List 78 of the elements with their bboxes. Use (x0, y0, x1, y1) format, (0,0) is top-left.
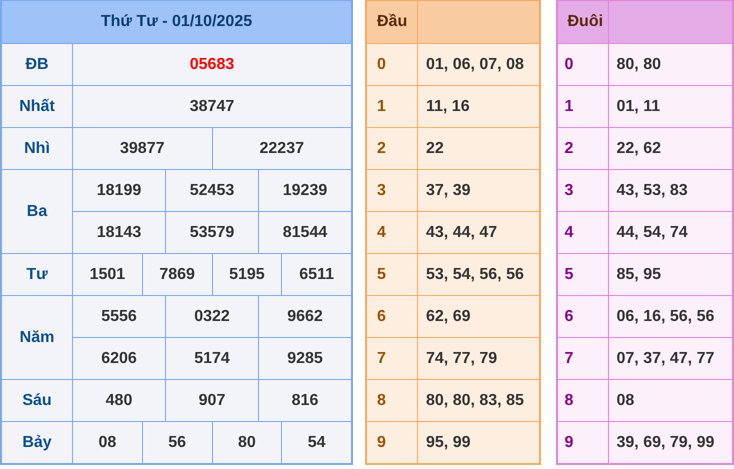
prize-label: Bảy (2, 422, 73, 463)
digit-cell: 2 (558, 128, 608, 169)
prize-number: 38747 (188, 96, 236, 116)
digit-cell: 6 (367, 296, 418, 337)
digit-cell: 8 (367, 380, 418, 421)
table-cell-text: 37, 39 (425, 180, 472, 200)
prize-number: 39877 (73, 128, 212, 169)
results-title: Thứ Tư - 01/10/2025 (2, 1, 351, 44)
prize-number: 81544 (282, 222, 328, 242)
prize-label: Nhì (2, 128, 73, 169)
digit-cell: 8 (558, 380, 608, 421)
prize-number: 9285 (286, 348, 324, 368)
prize-label: Tư (2, 254, 73, 295)
table-cell-text: 80, 80, 83, 85 (425, 390, 525, 410)
prize-label: Ba (2, 170, 73, 253)
table-cell-text: 95, 99 (425, 432, 472, 452)
prize-number: 6206 (73, 338, 166, 379)
prize-number: 816 (290, 390, 320, 410)
digit-cell: 5 (558, 254, 608, 295)
prize-number: 9662 (286, 306, 324, 326)
prize-number: 19239 (282, 180, 328, 200)
digit-cell: 1 (367, 86, 418, 127)
digit-cell: 5 (367, 254, 418, 295)
prize-number: 1501 (73, 254, 143, 295)
prize-number: 18199 (73, 170, 166, 211)
prize-number: 08 (73, 422, 143, 463)
prize-number: 6511 (298, 264, 335, 284)
table-cell-text: 22, 62 (616, 138, 662, 158)
table-cell-text: 74, 77, 79 (425, 348, 498, 368)
table-cell-text: 01, 06, 07, 08 (425, 54, 525, 74)
prize-number: 56 (142, 422, 212, 463)
table-cell-text: 85, 95 (616, 264, 662, 284)
digit-cell: 2 (367, 128, 418, 169)
digit-cell: 9 (367, 422, 418, 463)
prize-number: 54 (306, 432, 327, 452)
prize-label: Năm (2, 296, 73, 379)
column-header: Đầu (367, 1, 418, 43)
table-cell-text: 62, 69 (425, 306, 472, 326)
prize-number: 53579 (166, 212, 259, 253)
table-cell-text: 80, 80 (616, 54, 662, 74)
table-cell-text: 44, 54, 74 (616, 222, 689, 242)
prize-number: 907 (166, 380, 259, 421)
table-cell-text: 11, 16 (425, 96, 471, 116)
digit-cell: 4 (367, 212, 418, 253)
digit-cell: 6 (558, 296, 608, 337)
digit-cell: 4 (558, 212, 608, 253)
column-header: Đuôi (558, 1, 608, 43)
prize-number: 7869 (142, 254, 212, 295)
prize-label: Nhất (2, 86, 73, 127)
prize-number: 18143 (73, 212, 166, 253)
prize-label: Sáu (2, 380, 73, 421)
prize-number: 22237 (258, 138, 305, 158)
table-cell-text: 53, 54, 56, 56 (425, 264, 525, 284)
prize-number: 480 (73, 380, 166, 421)
table-cell-text: 43, 53, 83 (616, 180, 689, 200)
digit-cell: 9 (558, 422, 608, 463)
prize-number: 0322 (166, 296, 259, 337)
digit-cell: 0 (367, 44, 418, 85)
digit-cell: 1 (558, 86, 608, 127)
table-cell-text: 43, 44, 47 (425, 222, 498, 242)
digit-cell: 7 (558, 338, 608, 379)
table-cell-text: 08 (616, 390, 636, 410)
prize-number: 05683 (188, 54, 236, 74)
digit-cell: 3 (367, 170, 418, 211)
prize-label: ĐB (2, 44, 73, 85)
prize-number: 5195 (212, 254, 282, 295)
table-cell-text: 01, 11 (616, 96, 662, 116)
table-cell-text: 22 (425, 138, 445, 158)
table-cell-text: 39, 69, 79, 99 (616, 432, 716, 452)
digit-cell: 7 (367, 338, 418, 379)
table-cell-text: 07, 37, 47, 77 (616, 348, 716, 368)
digit-cell: 3 (558, 170, 608, 211)
prize-number: 5174 (166, 338, 259, 379)
prize-number: 5556 (73, 296, 166, 337)
prize-number: 52453 (166, 170, 259, 211)
digit-cell: 0 (558, 44, 608, 85)
prize-number: 80 (212, 422, 282, 463)
table-cell-text: 06, 16, 56, 56 (616, 306, 716, 326)
